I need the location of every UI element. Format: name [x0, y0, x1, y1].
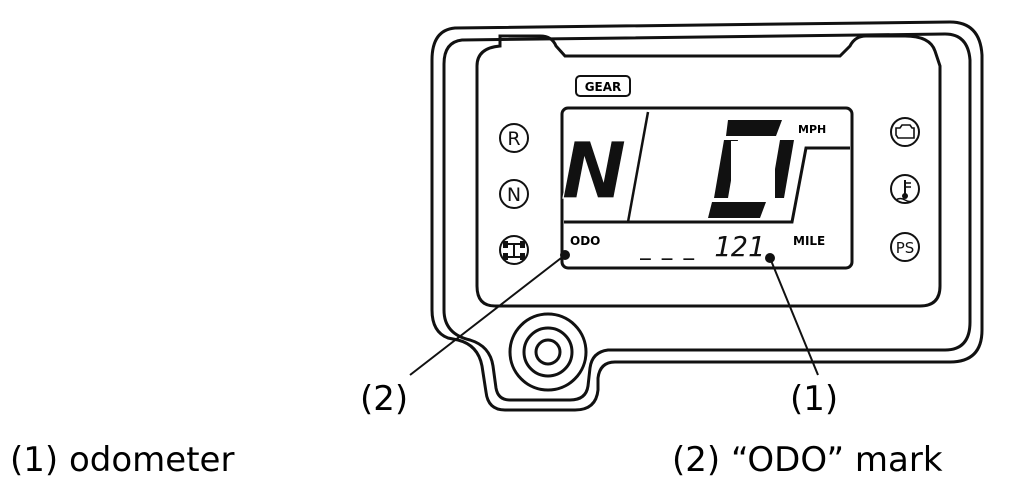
odometer-unit: MILE: [793, 234, 825, 248]
gear-label-box: GEAR: [575, 75, 631, 97]
speed-unit: MPH: [798, 123, 826, 136]
engine-warning-icon: [890, 117, 920, 147]
svg-text:PS: PS: [896, 239, 915, 257]
coolant-temp-icon: [890, 174, 920, 204]
power-steering-indicator: PS: [890, 232, 920, 262]
odometer-value: 121: [714, 230, 765, 263]
left-indicator-n: N: [499, 179, 529, 209]
svg-text:N: N: [507, 184, 521, 206]
caption-odometer: (1) odometer: [10, 440, 234, 480]
odometer-dashes: _ _ _: [640, 240, 694, 261]
gear-label: GEAR: [585, 80, 622, 94]
callout-lines: [409, 250, 819, 376]
gear-indicator-value: N: [561, 127, 626, 217]
left-indicator-r: R: [499, 123, 529, 153]
odo-mark: ODO: [570, 234, 600, 248]
instrument-panel-diagram: GEAR N 0 MPH ODO _ _ _ 121 MILE R N PS (…: [10, 20, 984, 480]
callout-2-number: (2): [360, 379, 408, 419]
svg-text:R: R: [507, 128, 520, 150]
reset-knob: [508, 312, 588, 392]
callout-1-number: (1): [790, 379, 838, 419]
caption-odo-mark: (2) “ODO” mark: [672, 440, 943, 480]
four-wheel-drive-icon: [499, 235, 529, 265]
